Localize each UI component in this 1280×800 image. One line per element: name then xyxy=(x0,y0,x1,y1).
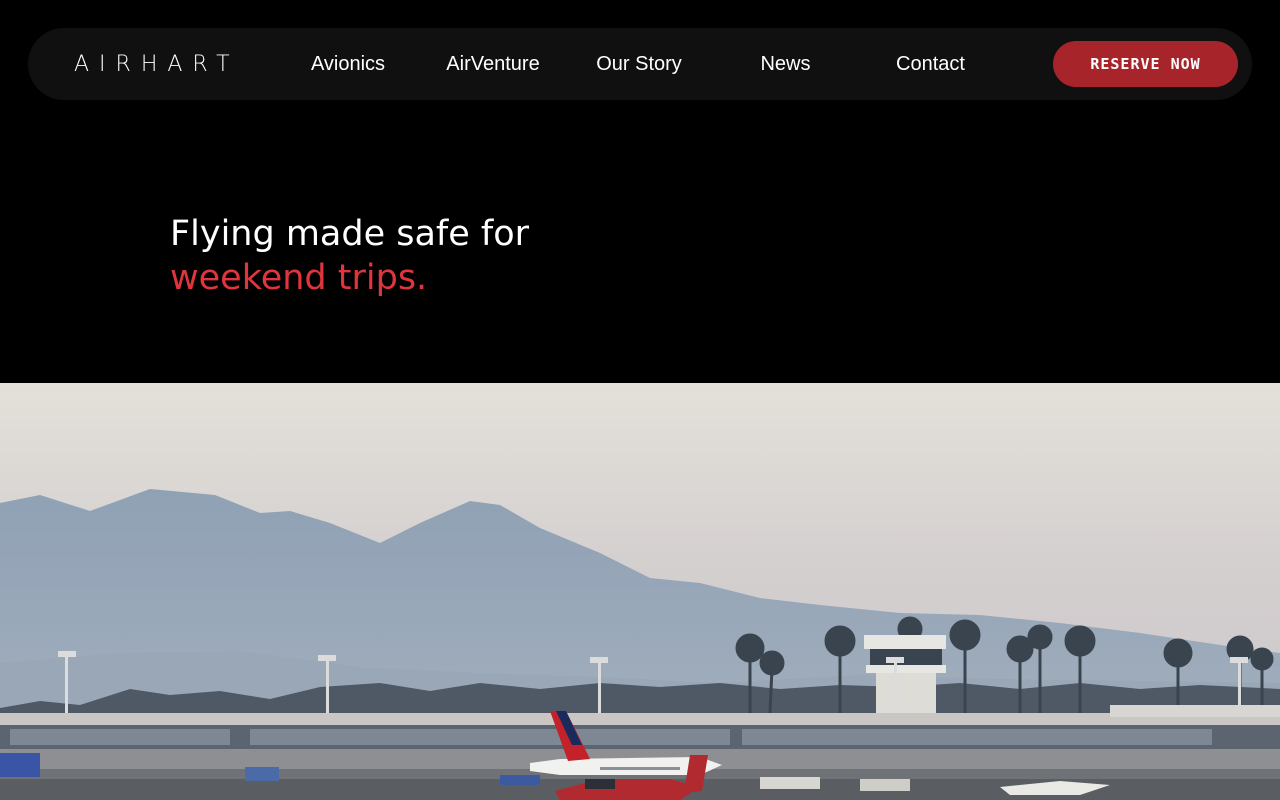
nav-link-our-story[interactable]: Our Story xyxy=(584,28,694,100)
top-nav-bar: AIRHART Avionics AirVenture Our Story Ne… xyxy=(28,28,1252,100)
airhart-logo[interactable]: AIRHART xyxy=(74,50,240,78)
page: AIRHART Avionics AirVenture Our Story Ne… xyxy=(0,0,1280,800)
hero-airport-photo xyxy=(0,383,1280,800)
reserve-now-button[interactable]: RESERVE NOW xyxy=(1053,41,1238,87)
hero-headline-line1: Flying made safe for xyxy=(170,214,530,254)
nav-link-news[interactable]: News xyxy=(738,28,833,100)
nav-link-contact[interactable]: Contact xyxy=(878,28,983,100)
hero-headline-line2: weekend trips. xyxy=(170,258,428,298)
nav-link-avionics[interactable]: Avionics xyxy=(298,28,398,100)
nav-link-airventure[interactable]: AirVenture xyxy=(438,28,548,100)
hero-headline: Flying made safe for weekend trips. xyxy=(170,212,529,300)
